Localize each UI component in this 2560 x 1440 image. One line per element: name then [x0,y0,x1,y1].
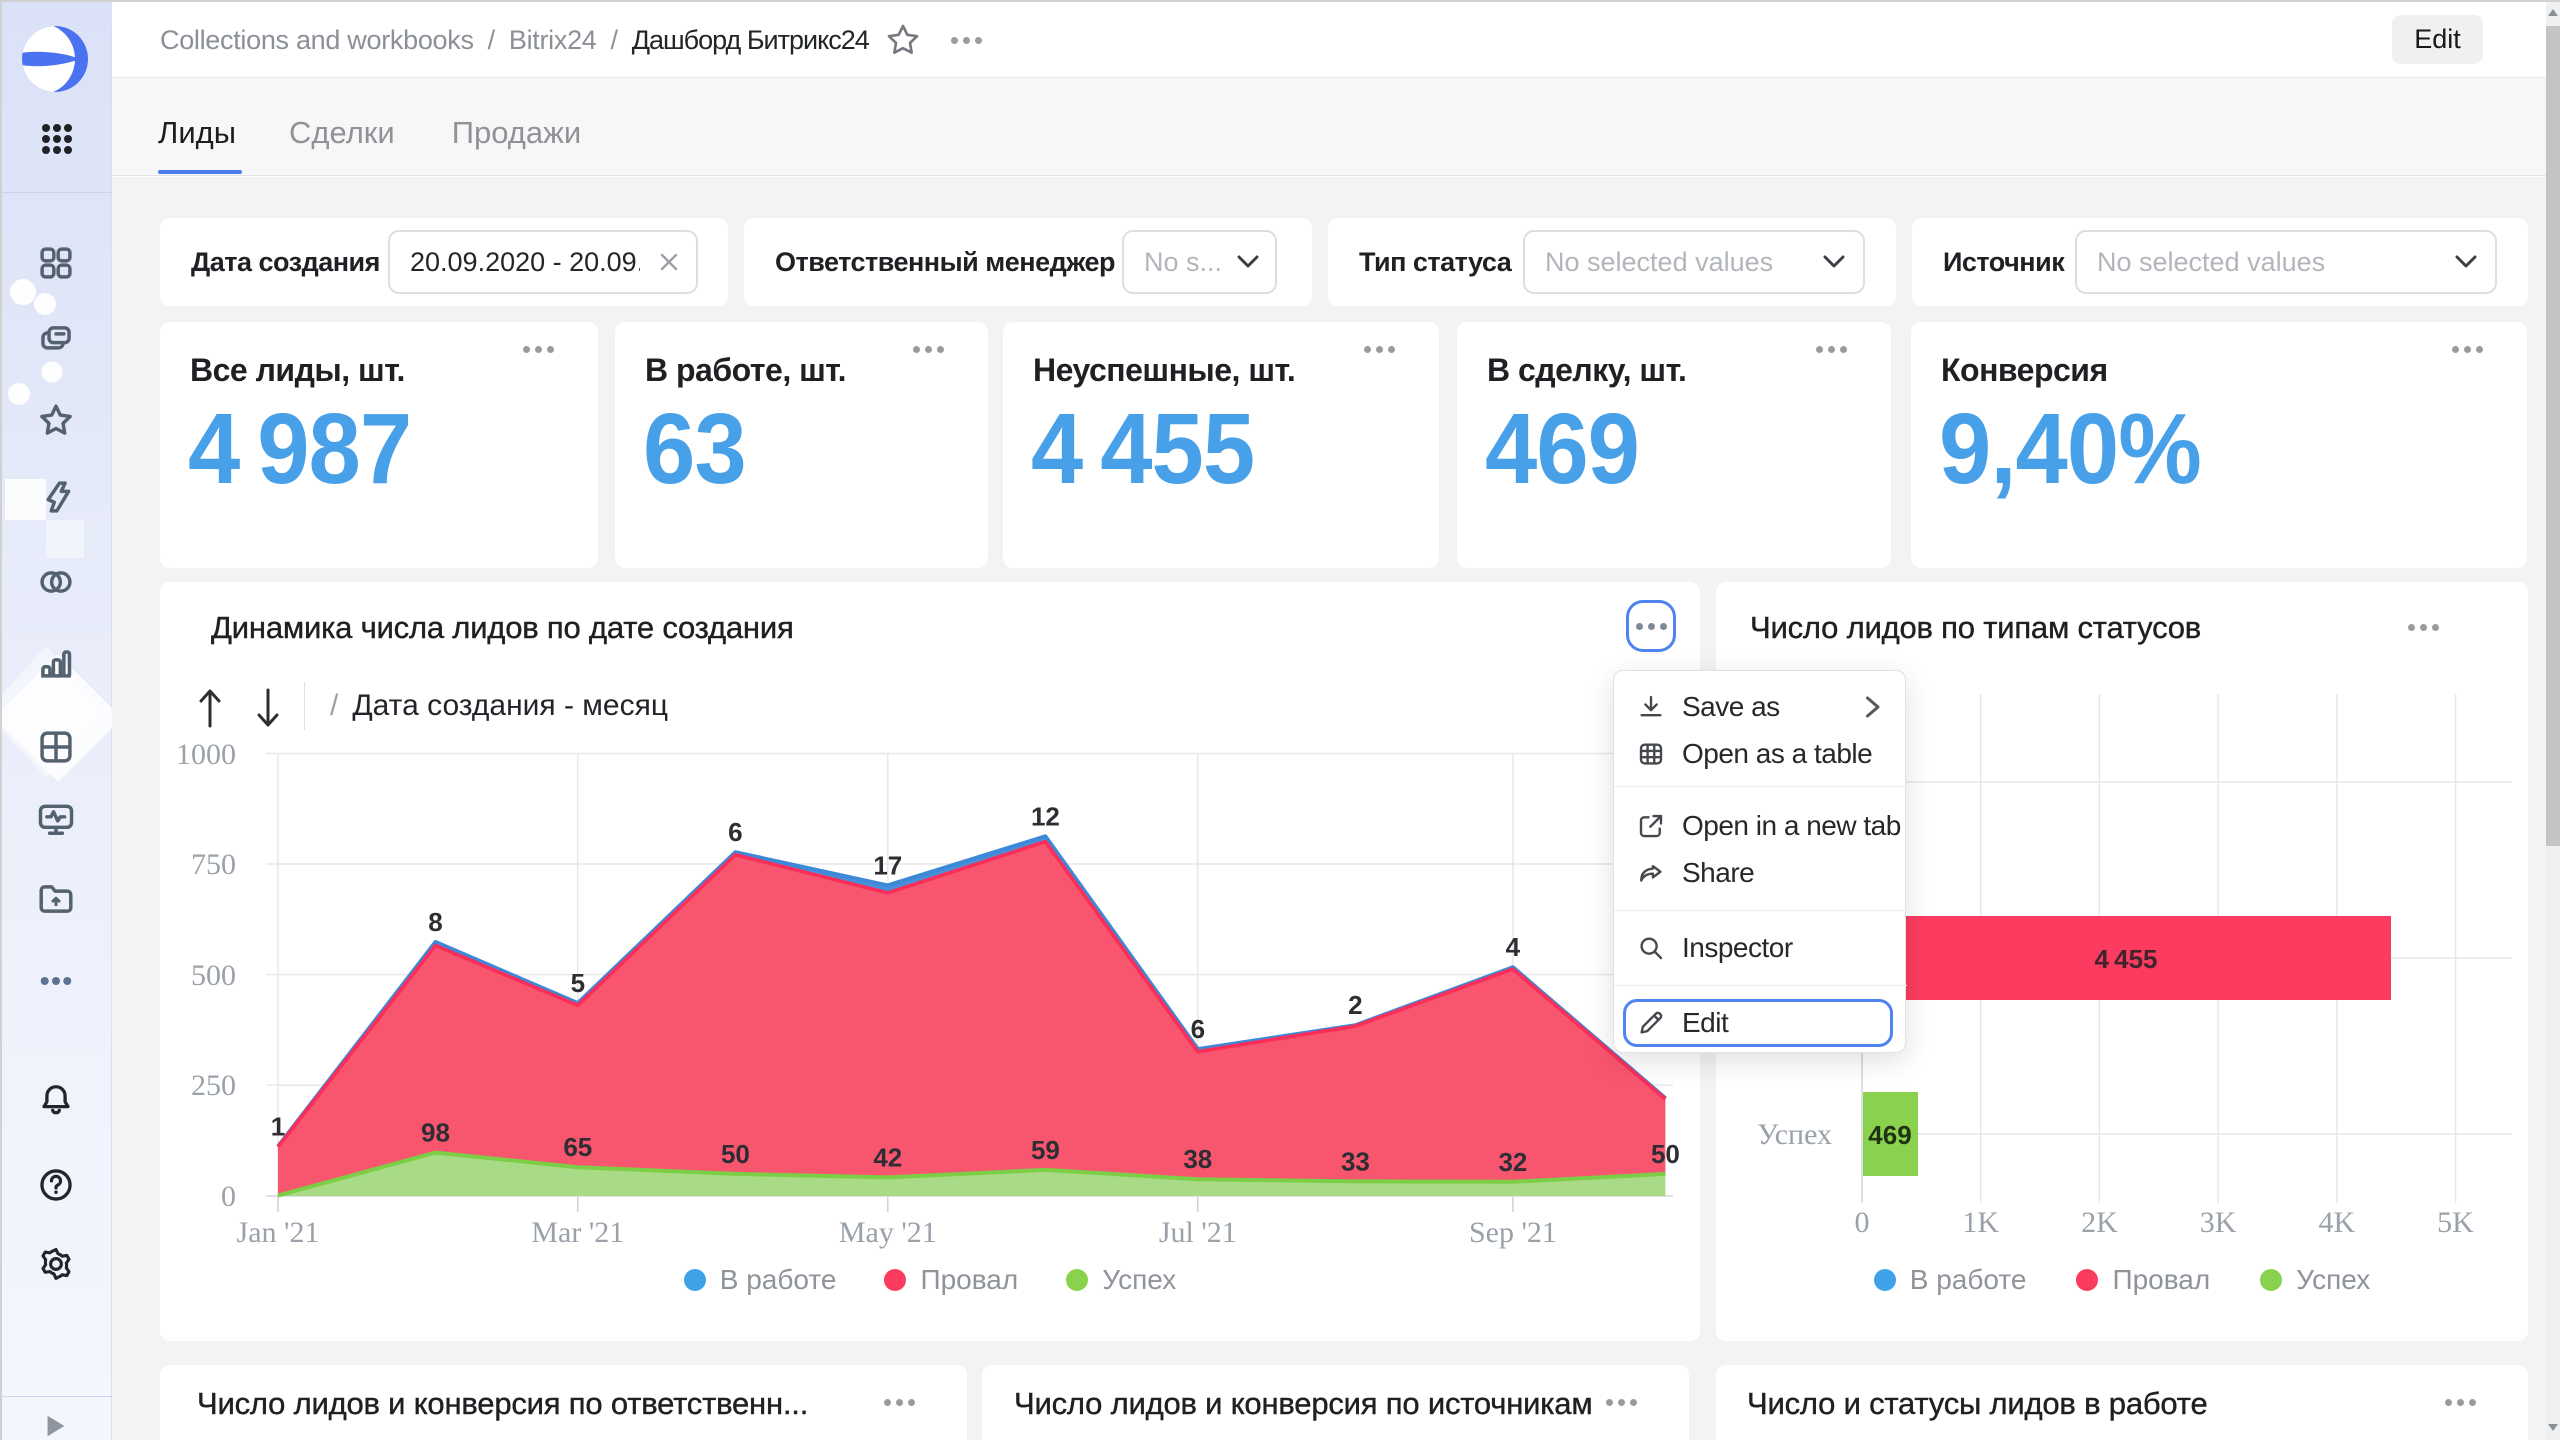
svg-text:1: 1 [271,1111,285,1141]
svg-text:4: 4 [1506,932,1521,962]
svg-text:Jan '21: Jan '21 [237,1216,320,1249]
svg-text:32: 32 [1498,1147,1527,1177]
svg-text:5: 5 [571,968,585,998]
svg-text:5K: 5K [2437,1206,2474,1239]
svg-text:May '21: May '21 [839,1216,937,1249]
svg-text:Jul '21: Jul '21 [1159,1216,1237,1249]
svg-text:4K: 4K [2318,1206,2355,1239]
svg-text:98: 98 [421,1118,450,1148]
svg-text:50: 50 [1651,1139,1680,1169]
svg-text:750: 750 [191,848,236,881]
svg-text:33: 33 [1341,1146,1370,1176]
svg-text:1000: 1000 [176,738,236,771]
svg-text:Успех: Успех [1757,1118,1832,1151]
svg-text:1K: 1K [1962,1206,1999,1239]
svg-text:12: 12 [1031,801,1060,831]
svg-text:59: 59 [1031,1135,1060,1165]
svg-text:2: 2 [1348,990,1362,1020]
svg-text:0: 0 [1855,1206,1870,1239]
svg-text:500: 500 [191,959,236,992]
svg-text:2K: 2K [2081,1206,2118,1239]
svg-text:3K: 3K [2200,1206,2237,1239]
svg-text:0: 0 [221,1180,236,1213]
svg-text:50: 50 [721,1139,750,1169]
svg-text:65: 65 [563,1132,592,1162]
svg-text:38: 38 [1183,1144,1212,1174]
svg-text:6: 6 [1191,1014,1205,1044]
svg-text:6: 6 [728,817,742,847]
svg-text:17: 17 [873,850,902,880]
svg-text:469: 469 [1868,1120,1911,1150]
svg-text:4 455: 4 455 [2094,944,2157,974]
svg-text:250: 250 [191,1069,236,1102]
svg-text:Mar '21: Mar '21 [531,1216,624,1249]
svg-text:42: 42 [873,1142,902,1172]
svg-text:Sep '21: Sep '21 [1469,1216,1557,1249]
svg-text:8: 8 [428,907,442,937]
